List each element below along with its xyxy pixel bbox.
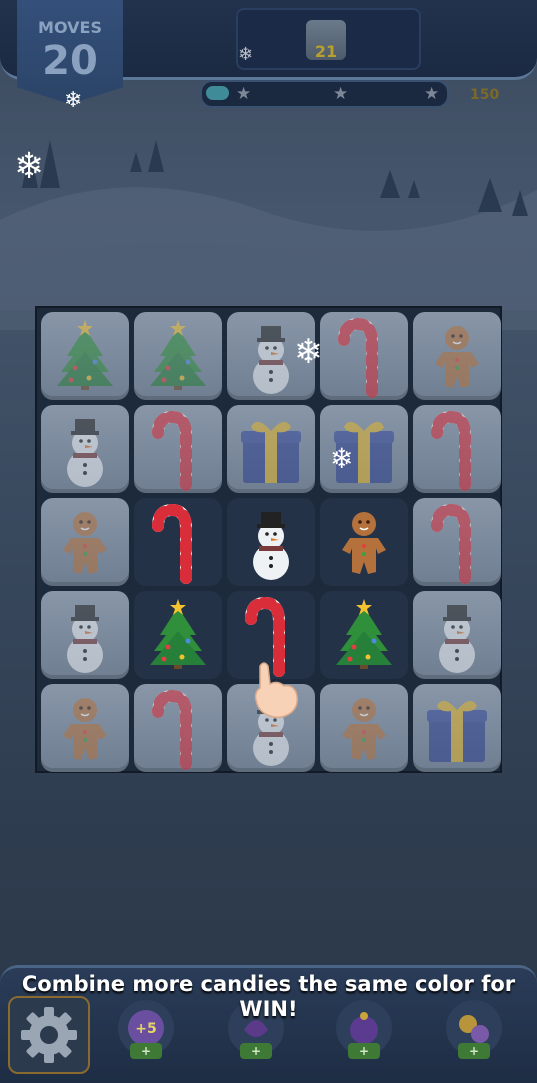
- board-cell[interactable]: [320, 312, 408, 400]
- snowflake-icon: ❄: [238, 44, 254, 65]
- tutorial-message: Combine more candies the same color for …: [21, 972, 516, 1021]
- board-cell[interactable]: [320, 591, 408, 679]
- board-cell[interactable]: [320, 498, 408, 586]
- board-cell[interactable]: [134, 312, 222, 400]
- add-booster-button[interactable]: +: [458, 1043, 490, 1059]
- board-cell[interactable]: [413, 498, 501, 586]
- goal-count: 21: [314, 42, 338, 61]
- board-cell[interactable]: [320, 684, 408, 772]
- snowflake-icon: ❄: [14, 146, 45, 187]
- goal-panel: 21: [236, 8, 421, 70]
- board-cell[interactable]: [134, 684, 222, 772]
- board-cell[interactable]: [41, 591, 129, 679]
- board-cell[interactable]: [227, 405, 315, 493]
- board-cell[interactable]: [413, 312, 501, 400]
- board-cell[interactable]: [41, 684, 129, 772]
- snowflake-icon: ❄: [64, 88, 83, 113]
- board-cell[interactable]: [413, 684, 501, 772]
- board-cell[interactable]: [413, 405, 501, 493]
- moves-label: MOVES: [38, 18, 102, 37]
- moves-counter: 20: [42, 38, 98, 84]
- score-progress-fill: [206, 86, 229, 100]
- board-cell[interactable]: [41, 405, 129, 493]
- board-cell[interactable]: [134, 405, 222, 493]
- add-booster-button[interactable]: +: [240, 1043, 272, 1059]
- board-cell[interactable]: [41, 312, 129, 400]
- board-cell[interactable]: [41, 498, 129, 586]
- booster-badge: +5: [135, 1021, 156, 1037]
- snowflake-icon: ❄: [294, 332, 323, 372]
- board-cell[interactable]: [413, 591, 501, 679]
- tutorial-hand-icon: [254, 662, 299, 719]
- snowflake-icon: ❄: [330, 442, 354, 475]
- board-cell[interactable]: [227, 498, 315, 586]
- add-booster-button[interactable]: +: [348, 1043, 380, 1059]
- board-cell[interactable]: [134, 498, 222, 586]
- board-cell[interactable]: [134, 591, 222, 679]
- add-booster-button[interactable]: +: [130, 1043, 162, 1059]
